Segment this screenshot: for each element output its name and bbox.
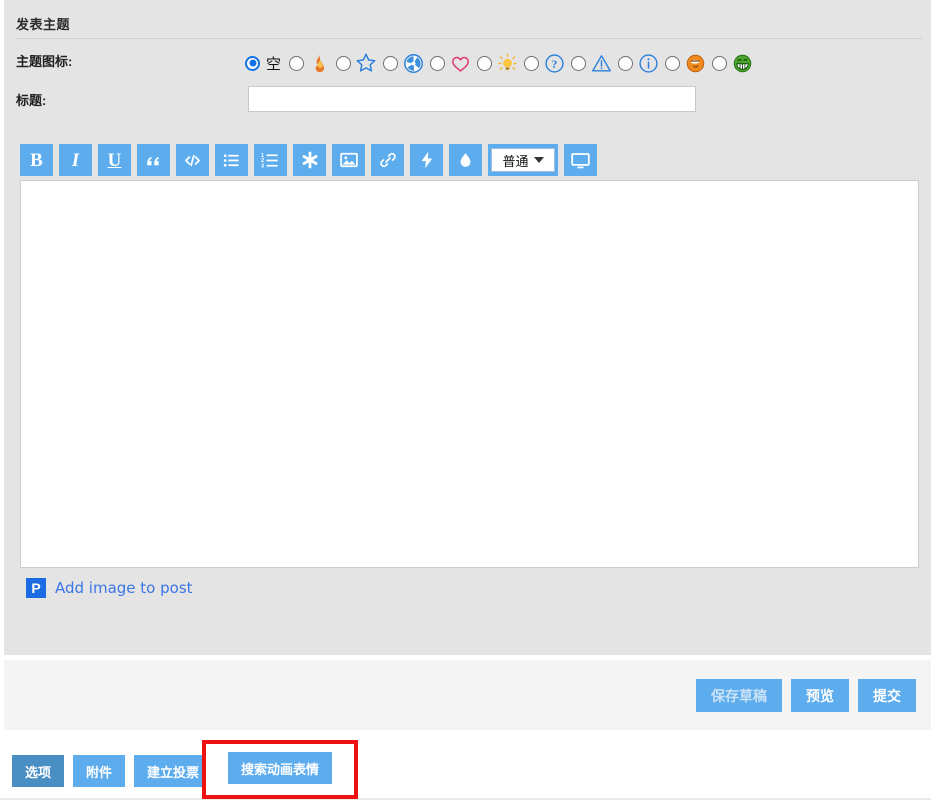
- topic-icon-option-info[interactable]: [618, 52, 659, 74]
- underline-label: U: [107, 149, 122, 171]
- tab-attachments[interactable]: 附件: [73, 755, 126, 787]
- composer-panel: 发表主题 主题图标: 空 ? 标题: B I U 1 2 3 普通 P Add …: [4, 0, 931, 655]
- radio-radioactive[interactable]: [383, 55, 399, 71]
- radio-info[interactable]: [618, 55, 634, 71]
- asterisk-button[interactable]: [293, 144, 326, 176]
- heart-icon: [449, 52, 471, 74]
- add-image-to-post[interactable]: P Add image to post: [26, 578, 193, 598]
- topic-icon-option-warning[interactable]: [571, 52, 612, 74]
- preview-button[interactable]: 预览: [791, 679, 849, 712]
- topic-icon-option-heart[interactable]: [430, 52, 471, 74]
- link-button[interactable]: [371, 144, 404, 176]
- font-style-select[interactable]: 普通: [491, 148, 555, 172]
- topic-icon-option-flame[interactable]: [289, 52, 330, 74]
- star-icon: [355, 52, 377, 74]
- title-row: 标题:: [4, 84, 931, 116]
- bullet-list-icon: [222, 151, 241, 170]
- postimage-p-icon: P: [26, 578, 46, 598]
- radio-lightbulb[interactable]: [477, 55, 493, 71]
- add-image-label: Add image to post: [55, 579, 193, 597]
- radio-heart[interactable]: [430, 55, 446, 71]
- underline-button[interactable]: U: [98, 144, 131, 176]
- submit-buttons: 保存草稿 预览 提交: [696, 679, 916, 712]
- title-field-label: 标题:: [16, 93, 47, 108]
- droplet-icon: [456, 151, 475, 170]
- topic-icon-option-none[interactable]: 空: [245, 53, 283, 74]
- radio-none[interactable]: [245, 55, 260, 71]
- radio-flame[interactable]: [289, 55, 305, 71]
- title-input[interactable]: [248, 86, 696, 112]
- topic-icon-option-grin-green[interactable]: [712, 52, 753, 74]
- image-icon: [339, 150, 359, 170]
- page-title: 发表主题: [16, 17, 71, 32]
- bottom-tab-bar: 选项 附件 建立投票: [12, 755, 213, 787]
- topic-icon-label: 主题图标:: [16, 54, 73, 69]
- bullet-list-button[interactable]: [215, 144, 248, 176]
- topic-icon-row: 主题图标: 空 ?: [4, 46, 931, 80]
- tab-create-poll[interactable]: 建立投票: [134, 755, 213, 787]
- topic-icon-option-question[interactable]: ?: [524, 52, 565, 74]
- tab-search-animated-emoji[interactable]: 搜索动画表情: [228, 752, 333, 784]
- chevron-down-icon: [533, 157, 544, 163]
- quote-button[interactable]: [137, 144, 170, 176]
- screen-icon: [570, 150, 591, 171]
- submit-bar: 保存草稿 预览 提交: [4, 660, 931, 730]
- submit-button[interactable]: 提交: [858, 679, 916, 712]
- screen-button[interactable]: [564, 144, 597, 176]
- none-icon: 空: [266, 54, 282, 73]
- bold-label: B: [30, 149, 43, 171]
- topic-icon-option-lightbulb[interactable]: [477, 52, 518, 74]
- radioactive-icon: [402, 52, 424, 74]
- code-icon: [182, 150, 203, 171]
- svg-text:3: 3: [261, 163, 264, 169]
- italic-label: I: [71, 149, 80, 171]
- lightbulb-icon: [496, 52, 518, 74]
- topic-icon-option-smiley-orange[interactable]: [665, 52, 706, 74]
- editor-toolbar: B I U 1 2 3 普通: [20, 144, 597, 176]
- save-draft-button[interactable]: 保存草稿: [696, 679, 782, 712]
- radio-question[interactable]: [524, 55, 540, 71]
- topic-icon-option-radioactive[interactable]: [383, 52, 424, 74]
- svg-text:?: ?: [551, 58, 557, 70]
- info-icon: [637, 52, 659, 74]
- link-icon: [378, 150, 398, 170]
- tab-options[interactable]: 选项: [12, 755, 65, 787]
- warning-icon: [590, 52, 612, 74]
- lightning-icon: [417, 150, 437, 170]
- radio-warning[interactable]: [571, 55, 587, 71]
- code-button[interactable]: [176, 144, 209, 176]
- message-editor[interactable]: [20, 180, 919, 568]
- smiley-orange-icon: [684, 52, 706, 74]
- numbered-list-button[interactable]: 1 2 3: [254, 144, 287, 176]
- radio-grin-green[interactable]: [712, 55, 728, 71]
- font-style-value: 普通: [502, 153, 529, 169]
- quote-icon: [144, 151, 163, 170]
- font-style-select-wrap[interactable]: 普通: [488, 144, 558, 176]
- droplet-button[interactable]: [449, 144, 482, 176]
- flame-icon: [308, 52, 330, 74]
- radio-star[interactable]: [336, 55, 352, 71]
- italic-button[interactable]: I: [59, 144, 92, 176]
- title-divider: [16, 38, 922, 39]
- topic-icon-options: 空 ?: [245, 46, 759, 80]
- lightning-button[interactable]: [410, 144, 443, 176]
- bold-button[interactable]: B: [20, 144, 53, 176]
- grin-green-icon: [731, 52, 753, 74]
- topic-icon-option-star[interactable]: [336, 52, 377, 74]
- image-button[interactable]: [332, 144, 365, 176]
- post-composer-page: 发表主题 主题图标: 空 ? 标题: B I U 1 2 3 普通 P Add …: [0, 0, 931, 800]
- numbered-list-icon: 1 2 3: [261, 151, 280, 170]
- asterisk-icon: [300, 150, 320, 170]
- question-icon: ?: [543, 52, 565, 74]
- radio-smiley-orange[interactable]: [665, 55, 681, 71]
